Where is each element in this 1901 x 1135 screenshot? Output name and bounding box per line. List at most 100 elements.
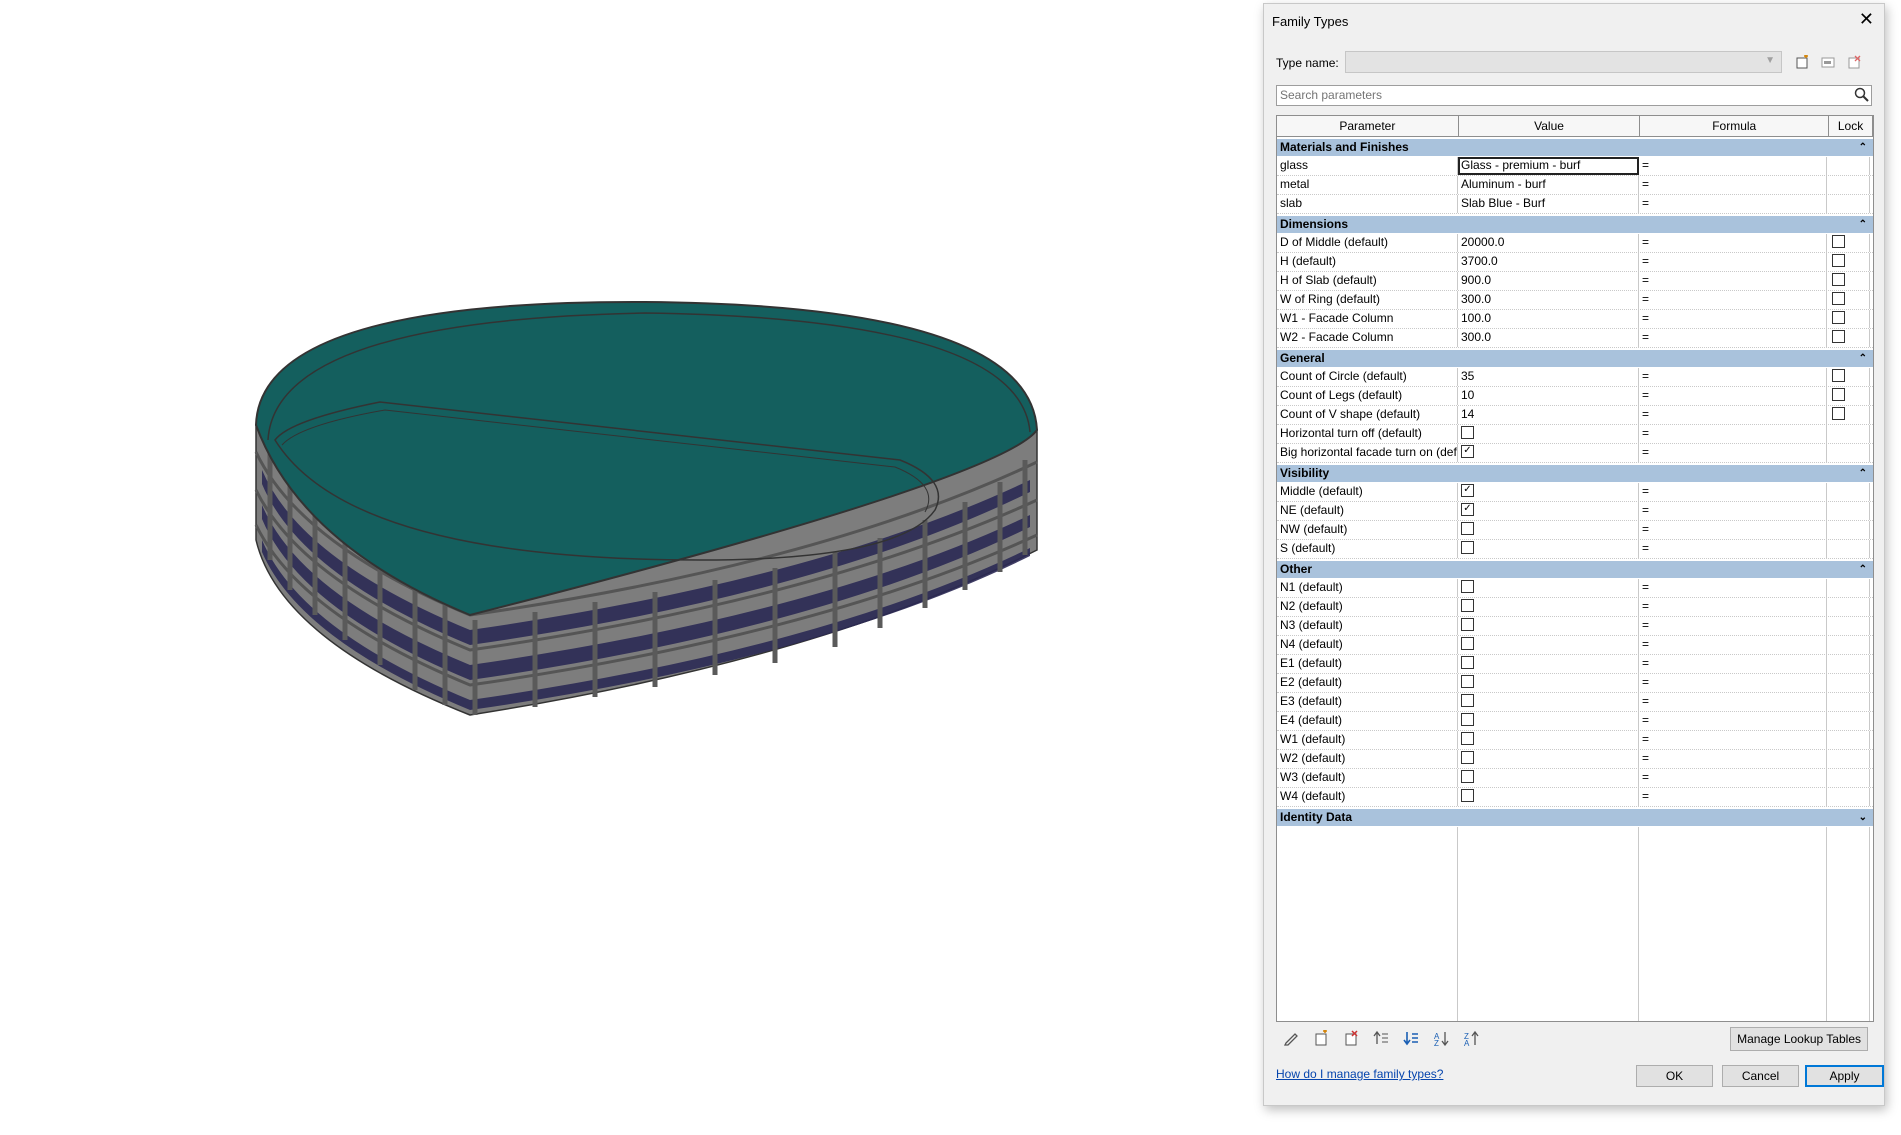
value-checkbox[interactable] [1461,426,1474,440]
parameter-name[interactable]: N3 (default) [1277,617,1458,635]
parameter-formula[interactable]: = [1639,368,1827,386]
parameter-lock[interactable] [1827,329,1870,347]
parameter-lock[interactable] [1827,253,1870,271]
lock-checkbox[interactable] [1832,254,1845,268]
parameter-formula[interactable]: = [1639,731,1827,749]
parameter-lock[interactable] [1827,310,1870,328]
group-header[interactable]: Materials and Finishes ⌃ [1277,137,1873,157]
parameter-formula[interactable]: = [1639,387,1827,405]
parameter-value[interactable]: 100.0 [1458,310,1639,328]
value-checkbox[interactable] [1461,522,1474,536]
parameter-formula[interactable]: = [1639,253,1827,271]
sort-descending-icon[interactable]: ZA [1458,1027,1484,1049]
type-name-select[interactable]: ▼ [1345,51,1782,73]
ok-button[interactable]: OK [1636,1065,1713,1087]
parameter-formula[interactable]: = [1639,329,1827,347]
parameter-lock[interactable] [1827,674,1870,692]
parameter-formula[interactable]: = [1639,655,1827,673]
parameter-lock[interactable] [1827,598,1870,616]
parameter-value[interactable]: ✓ [1458,444,1639,462]
group-header[interactable]: Dimensions ⌃ [1277,214,1873,234]
parameter-formula[interactable]: = [1639,176,1827,194]
parameter-value[interactable] [1458,788,1639,806]
parameter-formula[interactable]: = [1639,406,1827,424]
parameter-value[interactable] [1458,540,1639,558]
parameter-lock[interactable] [1827,406,1870,424]
model-viewport[interactable] [0,0,1260,1132]
parameter-name[interactable]: W2 - Facade Column [1277,329,1458,347]
parameter-value[interactable]: ✓ [1458,502,1639,520]
lock-checkbox[interactable] [1832,407,1845,421]
parameter-name[interactable]: W1 - Facade Column [1277,310,1458,328]
parameter-lock[interactable] [1827,502,1870,520]
parameter-value[interactable] [1458,712,1639,730]
parameter-formula[interactable]: = [1639,750,1827,768]
parameter-formula[interactable]: = [1639,234,1827,252]
value-checkbox[interactable] [1461,713,1474,727]
cancel-button[interactable]: Cancel [1722,1065,1799,1087]
value-checkbox[interactable] [1461,656,1474,670]
parameter-value[interactable]: 3700.0 [1458,253,1639,271]
building-3d-model[interactable] [0,0,1260,1132]
parameter-value[interactable] [1458,655,1639,673]
parameter-value[interactable]: 300.0 [1458,329,1639,347]
parameter-lock[interactable] [1827,483,1870,501]
delete-parameter-icon[interactable] [1338,1027,1364,1049]
parameter-value[interactable] [1458,693,1639,711]
pencil-icon[interactable] [1278,1027,1304,1049]
parameter-formula[interactable]: = [1639,769,1827,787]
parameter-lock[interactable] [1827,769,1870,787]
parameter-formula[interactable]: = [1639,291,1827,309]
value-checkbox[interactable] [1461,751,1474,765]
collapse-icon[interactable]: ⌃ [1859,561,1867,578]
parameter-name[interactable]: E1 (default) [1277,655,1458,673]
parameter-name[interactable]: W2 (default) [1277,750,1458,768]
value-checkbox[interactable] [1461,789,1474,803]
parameter-value[interactable] [1458,598,1639,616]
parameter-formula[interactable]: = [1639,788,1827,806]
close-icon[interactable]: ✕ [1859,10,1874,28]
parameter-name[interactable]: NW (default) [1277,521,1458,539]
parameter-name[interactable]: Middle (default) [1277,483,1458,501]
parameter-lock[interactable] [1827,750,1870,768]
column-header-parameter[interactable]: Parameter [1277,116,1459,136]
lock-checkbox[interactable] [1832,273,1845,287]
collapse-icon[interactable]: ⌃ [1859,139,1867,156]
parameter-lock[interactable] [1827,291,1870,309]
parameter-name[interactable]: metal [1277,176,1458,194]
parameter-value[interactable]: Slab Blue - Burf [1458,195,1639,213]
parameter-formula[interactable]: = [1639,521,1827,539]
collapse-icon[interactable]: ⌃ [1859,465,1867,482]
parameter-name[interactable]: W3 (default) [1277,769,1458,787]
parameter-formula[interactable]: = [1639,579,1827,597]
parameter-name[interactable]: H (default) [1277,253,1458,271]
parameter-name[interactable]: NE (default) [1277,502,1458,520]
delete-type-icon[interactable] [1844,52,1864,72]
value-checkbox[interactable] [1461,694,1474,708]
parameter-formula[interactable]: = [1639,636,1827,654]
parameter-formula[interactable]: = [1639,598,1827,616]
parameter-formula[interactable]: = [1639,272,1827,290]
value-checkbox[interactable] [1461,541,1474,555]
parameter-lock[interactable] [1827,425,1870,443]
search-input[interactable] [1277,86,1843,103]
parameter-value[interactable]: 20000.0 [1458,234,1639,252]
new-type-icon[interactable] [1792,52,1812,72]
move-down-icon[interactable] [1398,1027,1424,1049]
parameter-lock[interactable] [1827,693,1870,711]
parameter-lock[interactable] [1827,655,1870,673]
parameter-lock[interactable] [1827,636,1870,654]
lock-checkbox[interactable] [1832,311,1845,325]
value-checkbox[interactable] [1461,637,1474,651]
value-checkbox[interactable] [1461,675,1474,689]
parameter-name[interactable]: W1 (default) [1277,731,1458,749]
parameter-lock[interactable] [1827,788,1870,806]
group-header[interactable]: General ⌃ [1277,348,1873,368]
value-checkbox[interactable] [1461,599,1474,613]
lock-checkbox[interactable] [1832,235,1845,249]
parameter-name[interactable]: Count of V shape (default) [1277,406,1458,424]
collapse-icon[interactable]: ⌃ [1859,216,1867,233]
parameter-value[interactable]: 300.0 [1458,291,1639,309]
parameter-name[interactable]: S (default) [1277,540,1458,558]
parameter-name[interactable]: N1 (default) [1277,579,1458,597]
